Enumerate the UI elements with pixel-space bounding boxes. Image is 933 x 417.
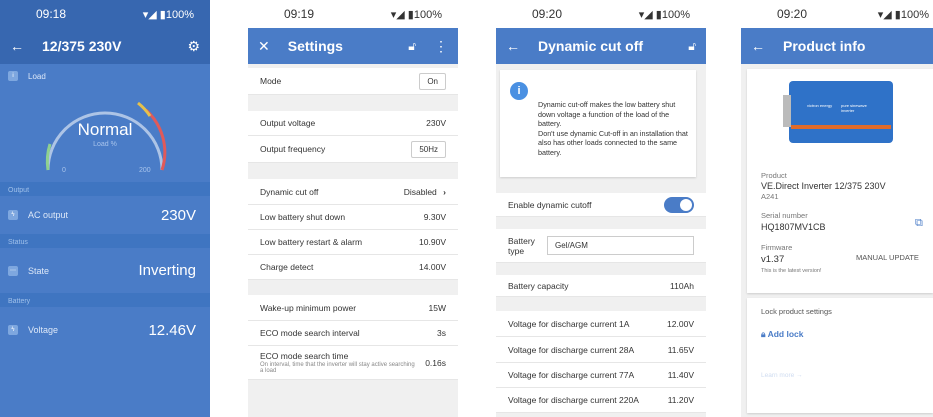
clock: 09:20 [532, 7, 563, 21]
clock: 09:19 [284, 7, 315, 21]
serial-value: HQ1807MV1CB [761, 222, 826, 232]
lock-card: Lock product settings 🔒︎ Add lock Learn … [747, 298, 933, 413]
ac-output-value: 230V [160, 206, 196, 224]
back-arrow-icon[interactable]: ← [751, 38, 765, 54]
discharge-77a-row[interactable]: Voltage for discharge current 77A 11.40V [496, 363, 706, 388]
clock: 09:20 [777, 7, 808, 21]
battery-type-row[interactable]: Battery type Gel/AGM [496, 229, 706, 263]
enable-cutoff-toggle[interactable] [664, 196, 694, 213]
output-frequency-row[interactable]: Output frequency 50Hz [248, 136, 458, 163]
eco-time-description: On interval, time that the inverter will… [260, 362, 415, 374]
add-lock-button[interactable]: 🔒︎ Add lock [761, 329, 803, 340]
serial-label: Serial number [761, 211, 808, 220]
output-voltage-row[interactable]: Output voltage 230V [248, 111, 458, 136]
status-bar: 09:20 ▾◢ ▮100% [496, 0, 706, 28]
status-battery: ▾◢ ▮100% [390, 8, 442, 21]
page-title: Product info [783, 38, 866, 54]
discharge-28a-row[interactable]: Voltage for discharge current 28A 11.65V [496, 337, 706, 363]
section-status: Status [0, 234, 210, 248]
firmware-note: This is the latest version! [761, 268, 822, 274]
back-arrow-icon[interactable]: ← [10, 38, 24, 54]
status-battery: ▾◢ ▮100% [638, 8, 690, 21]
status-bar: 09:19 ▾◢ ▮100% [248, 0, 458, 28]
load-screen: 09:18 ▾◢ ▮100% ← 12/375 230V ⚙ i Load No… [0, 0, 210, 417]
product-code: A241 [761, 192, 779, 201]
status-battery: ▾◢ ▮100% [142, 8, 194, 21]
charge-detect-row[interactable]: Charge detect 14.00V [248, 255, 458, 280]
chevron-right-icon: › [443, 186, 446, 197]
copy-icon[interactable]: ⧉ [915, 217, 923, 230]
gauge-yellow-zone [137, 101, 152, 117]
gauge-unit: Load % [93, 141, 117, 148]
device-brand: victron energy [807, 103, 833, 108]
low-battery-shutdown-row[interactable]: Low battery shut down 9.30V [248, 205, 458, 230]
close-icon[interactable]: ✕ [258, 38, 270, 55]
product-value: VE.Direct Inverter 12/375 230V [761, 181, 886, 191]
app-bar: ✕ Settings 🔓︎ ⋮ [248, 28, 458, 64]
gauge-max: 200 [139, 167, 151, 174]
status-bar: 09:18 ▾◢ ▮100% [0, 0, 210, 28]
ac-output-label: AC output [28, 210, 69, 220]
app-bar: ← 12/375 230V ⚙ [0, 28, 210, 64]
page-title: Settings [287, 38, 343, 54]
firmware-label: Firmware [761, 243, 793, 252]
product-card: victron energy pure sinewave inverter Pr… [747, 69, 933, 293]
voltage-row: ϟ Voltage 12.46V [0, 307, 210, 353]
ac-output-row: ϟ AC output 230V [0, 196, 210, 234]
frequency-select[interactable]: 50Hz [411, 140, 446, 158]
lock-icon: 🔒︎ [761, 329, 766, 339]
gauge-min: 0 [62, 167, 66, 174]
info-card: i Dynamic cut-off makes the low battery … [500, 70, 696, 177]
enable-cutoff-row[interactable]: Enable dynamic cutoff [496, 193, 706, 217]
state-row: ⋯ State Inverting [0, 248, 210, 293]
more-vert-icon[interactable]: ⋮ [434, 38, 448, 55]
mode-select[interactable]: On [419, 72, 446, 90]
app-bar: ← Dynamic cut off 🔓︎ [496, 28, 706, 64]
product-label: Product [761, 171, 787, 180]
lock-icon[interactable]: 🔓︎ [688, 39, 696, 54]
bolt-icon: ϟ [8, 325, 18, 335]
eco-search-time-row[interactable]: ECO mode search time On interval, time t… [248, 346, 458, 380]
gauge-value: Normal [77, 120, 133, 139]
bolt-icon: ϟ [8, 210, 18, 220]
status-bar: 09:20 ▾◢ ▮100% [741, 0, 933, 28]
mode-row[interactable]: Mode On [248, 68, 458, 95]
state-value: Inverting [138, 262, 196, 279]
info-text: Dynamic cut-off makes the low battery sh… [538, 100, 688, 157]
manual-update-button[interactable]: MANUAL UPDATE [856, 253, 919, 262]
battery-type-select[interactable]: Gel/AGM [547, 236, 694, 255]
page-title: Dynamic cut off [538, 38, 644, 54]
info-icon: i [510, 82, 528, 100]
firmware-value: v1.37 [761, 254, 785, 265]
product-info-screen: 09:20 ▾◢ ▮100% ← Product info victron en… [741, 0, 933, 417]
voltage-label: Voltage [28, 325, 59, 335]
product-image: victron energy pure sinewave inverter [777, 77, 902, 157]
device-model: pure sinewave inverter [841, 103, 867, 113]
section-output: Output [0, 182, 210, 196]
section-battery: Battery [0, 293, 210, 307]
dots-icon: ⋯ [8, 265, 18, 276]
eco-interval-row[interactable]: ECO mode search interval 3s [248, 321, 458, 346]
lock-title: Lock product settings [761, 307, 832, 316]
dynamic-cutoff-screen: 09:20 ▾◢ ▮100% ← Dynamic cut off 🔓︎ i Dy… [496, 0, 706, 417]
battery-capacity-row[interactable]: Battery capacity 110Ah [496, 275, 706, 297]
settings-screen: 09:19 ▾◢ ▮100% ✕ Settings 🔓︎ ⋮ Mode On O… [248, 0, 458, 417]
gear-icon[interactable]: ⚙ [187, 38, 200, 55]
low-battery-restart-row[interactable]: Low battery restart & alarm 10.90V [248, 230, 458, 255]
app-bar: ← Product info [741, 28, 933, 64]
wakeup-power-row[interactable]: Wake-up minimum power 15W [248, 295, 458, 321]
discharge-1a-row[interactable]: Voltage for discharge current 1A 12.00V [496, 311, 706, 337]
clock: 09:18 [36, 7, 67, 21]
dynamic-cutoff-row[interactable]: Dynamic cut off Disabled › [248, 179, 458, 205]
status-battery: ▾◢ ▮100% [877, 8, 929, 21]
discharge-220a-row[interactable]: Voltage for discharge current 220A 11.20… [496, 388, 706, 413]
state-label: State [28, 265, 50, 276]
load-gauge-panel: i Load Normal Load % 0 200 [0, 64, 210, 182]
lock-icon[interactable]: 🔓︎ [408, 39, 416, 54]
learn-more-link[interactable]: Learn more → [761, 372, 803, 379]
page-title: 12/375 230V [42, 38, 122, 54]
voltage-value: 12.46V [148, 321, 196, 339]
back-arrow-icon[interactable]: ← [506, 38, 520, 54]
